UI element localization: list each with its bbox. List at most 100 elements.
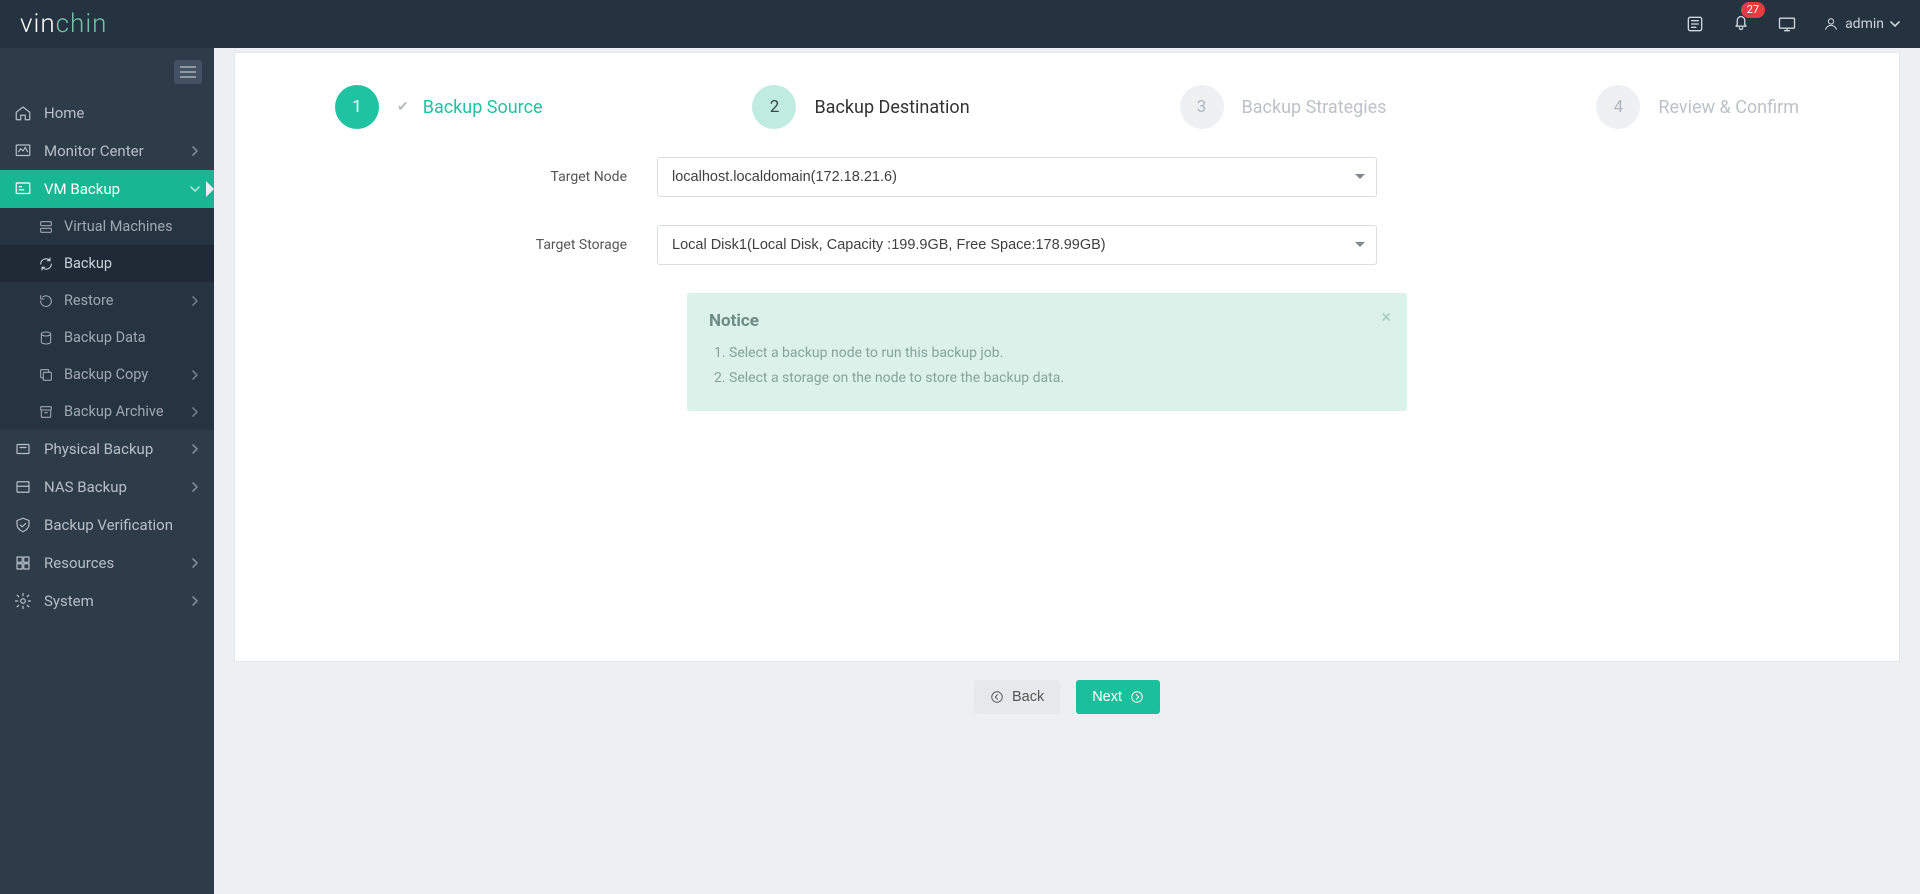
sidebar-label: Backup Archive <box>64 403 164 420</box>
notifications-button[interactable]: 27 <box>1731 12 1751 36</box>
sidebar-item-backup-copy[interactable]: Backup Copy <box>0 356 214 393</box>
database-icon <box>38 330 54 346</box>
target-storage-label: Target Storage <box>497 237 657 253</box>
display-icon[interactable] <box>1777 14 1797 34</box>
target-node-label: Target Node <box>497 169 657 185</box>
sidebar-label: Backup <box>64 255 112 272</box>
notice-panel: × Notice Select a backup node to run thi… <box>687 293 1407 411</box>
check-icon: ✔ <box>397 99 409 115</box>
notice-title: Notice <box>709 311 1385 331</box>
sidebar-item-home[interactable]: Home <box>0 94 214 132</box>
form-row-target-node: Target Node localhost.localdomain(172.18… <box>497 157 1637 197</box>
chevron-right-icon <box>190 558 200 568</box>
step-label: Review & Confirm <box>1658 97 1799 118</box>
chevron-right-icon <box>190 407 200 417</box>
step-circle: 2 <box>752 85 796 129</box>
physical-icon <box>14 440 32 458</box>
sidebar-label: Backup Verification <box>44 516 173 534</box>
target-storage-select[interactable]: Local Disk1(Local Disk, Capacity :199.9G… <box>657 225 1377 265</box>
sidebar-item-vm-backup[interactable]: VM Backup <box>0 170 214 208</box>
sidebar-item-nas-backup[interactable]: NAS Backup <box>0 468 214 506</box>
brand-logo: vinchin <box>20 9 107 39</box>
refresh-icon <box>38 256 54 272</box>
notifications-badge: 27 <box>1741 2 1765 18</box>
notice-line: Select a backup node to run this backup … <box>729 341 1385 366</box>
step-circle: 3 <box>1180 85 1224 129</box>
chevron-right-icon <box>190 482 200 492</box>
step-circle: 1 <box>335 85 379 129</box>
notice-close-button[interactable]: × <box>1381 307 1391 328</box>
main-area: 1 ✔ Backup Source 2 Backup Destination 3… <box>214 48 1920 894</box>
copy-icon <box>38 367 54 383</box>
archive-icon <box>38 404 54 420</box>
sidebar-label: System <box>44 592 94 610</box>
notice-line: Select a storage on the node to store th… <box>729 366 1385 391</box>
sidebar-item-resources[interactable]: Resources <box>0 544 214 582</box>
restore-icon <box>38 293 54 309</box>
target-storage-select-wrap: Local Disk1(Local Disk, Capacity :199.9G… <box>657 225 1377 265</box>
sidebar-label: Physical Backup <box>44 440 153 458</box>
target-node-select-wrap: localhost.localdomain(172.18.21.6) <box>657 157 1377 197</box>
home-icon <box>14 104 32 122</box>
sidebar-label: Backup Copy <box>64 366 148 383</box>
step-circle: 4 <box>1596 85 1640 129</box>
target-node-select[interactable]: localhost.localdomain(172.18.21.6) <box>657 157 1377 197</box>
logo-part-vin: vin <box>20 9 56 39</box>
sidebar: Home Monitor Center VM Backup Virtual Ma… <box>0 48 214 894</box>
grid-icon <box>14 554 32 572</box>
sidebar-label: NAS Backup <box>44 478 127 496</box>
back-label: Back <box>1012 689 1044 705</box>
sidebar-item-system[interactable]: System <box>0 582 214 620</box>
wizard-step-3[interactable]: 3 Backup Strategies <box>1180 85 1387 129</box>
nas-icon <box>14 478 32 496</box>
sidebar-label: Virtual Machines <box>64 218 173 235</box>
user-name: admin <box>1845 16 1884 32</box>
step-label: Backup Strategies <box>1242 97 1387 118</box>
logo-part-chin: chin <box>56 9 108 39</box>
sidebar-item-backup-archive[interactable]: Backup Archive <box>0 393 214 430</box>
chevron-right-icon <box>190 296 200 306</box>
sidebar-submenu-vm-backup: Virtual Machines Backup Restore Backup D… <box>0 208 214 430</box>
wizard-steps: 1 ✔ Backup Source 2 Backup Destination 3… <box>275 53 1859 157</box>
destination-form: Target Node localhost.localdomain(172.18… <box>477 157 1657 411</box>
wizard-footer: Back Next <box>234 662 1900 732</box>
sidebar-item-backup-data[interactable]: Backup Data <box>0 319 214 356</box>
wizard-panel: 1 ✔ Backup Source 2 Backup Destination 3… <box>234 52 1900 662</box>
step-label: Backup Destination <box>814 97 969 118</box>
arrow-right-icon <box>1130 690 1144 704</box>
form-row-target-storage: Target Storage Local Disk1(Local Disk, C… <box>497 225 1637 265</box>
wizard-step-4[interactable]: 4 Review & Confirm <box>1596 85 1799 129</box>
jobs-icon[interactable] <box>1685 14 1705 34</box>
user-menu[interactable]: admin <box>1823 16 1900 32</box>
header-actions: 27 admin <box>1685 12 1900 36</box>
chevron-right-icon <box>190 146 200 156</box>
sidebar-item-monitor-center[interactable]: Monitor Center <box>0 132 214 170</box>
user-icon <box>1823 16 1839 32</box>
back-button[interactable]: Back <box>974 680 1060 714</box>
sidebar-label: Home <box>44 104 84 122</box>
sidebar-label: Restore <box>64 292 113 309</box>
sidebar-label: Monitor Center <box>44 142 144 160</box>
sidebar-collapse-button[interactable] <box>174 60 202 84</box>
sidebar-item-virtual-machines[interactable]: Virtual Machines <box>0 208 214 245</box>
wizard-step-1[interactable]: 1 ✔ Backup Source <box>335 85 543 129</box>
arrow-left-icon <box>990 690 1004 704</box>
app-header: vinchin 27 admin <box>0 0 1920 48</box>
next-label: Next <box>1092 689 1122 705</box>
chevron-right-icon <box>190 370 200 380</box>
gear-icon <box>14 592 32 610</box>
shield-check-icon <box>14 516 32 534</box>
sidebar-item-physical-backup[interactable]: Physical Backup <box>0 430 214 468</box>
wizard-step-2[interactable]: 2 Backup Destination <box>752 85 969 129</box>
sidebar-item-backup-verification[interactable]: Backup Verification <box>0 506 214 544</box>
vm-icon <box>14 180 32 198</box>
servers-icon <box>38 219 54 235</box>
chevron-down-icon <box>190 184 200 194</box>
sidebar-label: VM Backup <box>44 180 120 198</box>
chevron-right-icon <box>190 444 200 454</box>
sidebar-item-restore[interactable]: Restore <box>0 282 214 319</box>
step-label: Backup Source <box>423 97 543 118</box>
sidebar-item-backup[interactable]: Backup <box>0 245 214 282</box>
next-button[interactable]: Next <box>1076 680 1160 714</box>
sidebar-label: Resources <box>44 554 114 572</box>
